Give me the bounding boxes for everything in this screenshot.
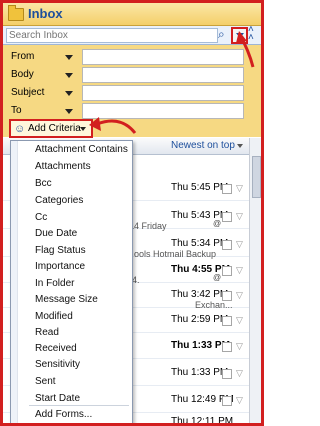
menu-item-received[interactable]: Received (35, 343, 77, 354)
chevron-down-icon[interactable] (237, 144, 243, 148)
user-icon: ☺ (14, 123, 26, 135)
inbox-window: Inbox ⌕ ˄˄ From Body Subject To ☺ (0, 0, 264, 426)
criteria-label: Subject (11, 87, 45, 98)
message-time: Thu 2:59 PM (171, 314, 229, 325)
search-icon[interactable]: ⌕ (218, 27, 225, 42)
menu-item-sent[interactable]: Sent (35, 376, 56, 387)
attachment-icon: @ (213, 273, 222, 282)
criteria-dropdown-icon[interactable] (65, 73, 73, 78)
add-criteria-menu: Attachment Contains Attachments Bcc Cate… (10, 140, 133, 423)
criteria-to-field[interactable] (82, 103, 244, 119)
search-input[interactable] (6, 28, 218, 43)
menu-item-read[interactable]: Read (35, 327, 59, 338)
attachment-icon: @ (213, 219, 222, 228)
menu-item-due-date[interactable]: Due Date (35, 228, 77, 239)
menu-item-modified[interactable]: Modified (35, 311, 73, 322)
flag-icon[interactable]: ▽ (236, 341, 243, 352)
criteria-row-from: From (3, 48, 261, 66)
criteria-label: Body (11, 69, 34, 80)
list-scrollbar[interactable] (249, 138, 261, 423)
criteria-label: From (11, 51, 35, 62)
message-preview: ools Hotmail Backup (134, 249, 217, 259)
flag-icon[interactable]: ▽ (236, 211, 243, 222)
category-checkbox[interactable] (222, 342, 232, 352)
message-preview: 4. (132, 275, 140, 285)
criteria-row-subject: Subject (3, 84, 261, 102)
chevron-down-icon (80, 127, 86, 131)
message-time: Thu 12:11 PM (171, 416, 234, 426)
menu-item-in-folder[interactable]: In Folder (35, 278, 74, 289)
window-header: Inbox (3, 3, 261, 26)
category-checkbox[interactable] (222, 266, 232, 276)
criteria-label: To (11, 105, 22, 116)
flag-icon[interactable]: ▽ (236, 395, 243, 406)
category-checkbox[interactable] (222, 316, 232, 326)
expand-query-builder-button[interactable] (231, 27, 248, 44)
criteria-dropdown-icon[interactable] (65, 55, 73, 60)
scrollbar-thumb[interactable] (252, 156, 261, 198)
category-checkbox[interactable] (222, 291, 232, 301)
menu-item-flag-status[interactable]: Flag Status (35, 245, 86, 256)
message-time: Thu 1:33 PM (171, 367, 229, 378)
category-checkbox[interactable] (222, 369, 232, 379)
flag-icon[interactable]: ▽ (236, 183, 243, 194)
criteria-row-to: To (3, 102, 261, 120)
menu-item-attachments[interactable]: Attachments (35, 161, 91, 172)
window-title: Inbox (28, 6, 63, 21)
flag-icon[interactable]: ▽ (236, 290, 243, 301)
criteria-from-field[interactable] (82, 49, 244, 65)
menu-item-categories[interactable]: Categories (35, 195, 83, 206)
menu-gutter (11, 141, 18, 423)
flag-icon[interactable]: ▽ (236, 368, 243, 379)
flag-icon[interactable]: ▽ (236, 265, 243, 276)
message-time: Thu 5:45 PM (171, 182, 229, 193)
add-criteria-button[interactable]: ☺ Add Criteria (9, 119, 93, 138)
add-criteria-label: Add Criteria (28, 123, 81, 134)
category-checkbox[interactable] (222, 240, 232, 250)
menu-item-message-size[interactable]: Message Size (35, 294, 98, 305)
flag-icon[interactable]: ▽ (236, 239, 243, 250)
menu-item-add-forms[interactable]: Add Forms... (35, 409, 92, 420)
category-checkbox[interactable] (222, 184, 232, 194)
menu-item-cc[interactable]: Cc (35, 212, 47, 223)
message-time: Thu 5:34 PM (171, 238, 229, 249)
folder-icon (8, 5, 24, 21)
menu-separator (29, 405, 129, 406)
message-preview: Exchan... (195, 300, 233, 310)
menu-item-sensitivity[interactable]: Sensitivity (35, 359, 80, 370)
criteria-dropdown-icon[interactable] (65, 91, 73, 96)
flag-icon[interactable]: ▽ (236, 315, 243, 326)
message-preview: 14 Friday (129, 221, 167, 231)
double-chevron-up-icon[interactable]: ˄ ˄ (248, 25, 254, 43)
message-time: Thu 3:42 PM (171, 289, 229, 300)
category-checkbox[interactable] (222, 396, 232, 406)
menu-item-start-date[interactable]: Start Date (35, 393, 80, 404)
criteria-row-body: Body (3, 66, 261, 84)
menu-item-bcc[interactable]: Bcc (35, 178, 52, 189)
category-checkbox[interactable] (222, 212, 232, 222)
criteria-dropdown-icon[interactable] (65, 109, 73, 114)
menu-item-attachment-contains[interactable]: Attachment Contains (35, 144, 128, 155)
search-bar: ⌕ ˄˄ (3, 25, 261, 45)
criteria-body-field[interactable] (82, 67, 244, 83)
criteria-subject-field[interactable] (82, 85, 244, 101)
menu-item-importance[interactable]: Importance (35, 261, 85, 272)
sort-order-label[interactable]: Newest on top (171, 140, 235, 151)
